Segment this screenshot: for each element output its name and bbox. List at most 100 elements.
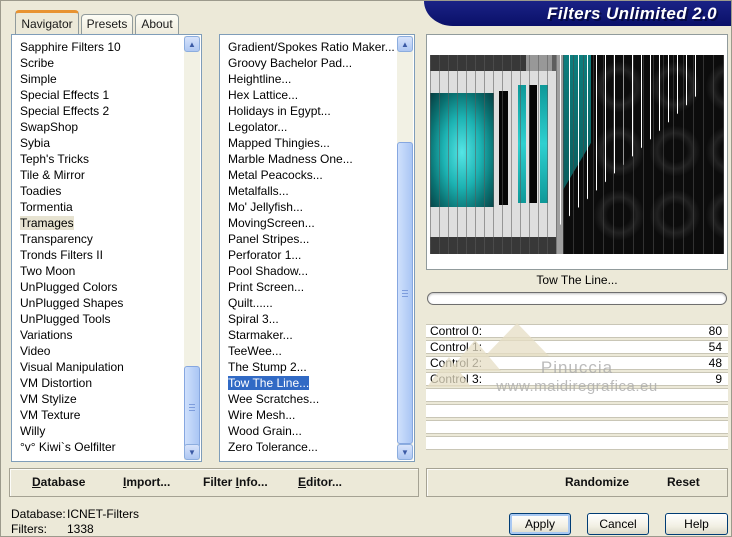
reset-button[interactable]: Reset bbox=[667, 469, 700, 496]
category-item[interactable]: Video bbox=[12, 343, 184, 359]
filter-item[interactable]: Marble Madness One... bbox=[220, 151, 397, 167]
category-item[interactable]: SwapShop bbox=[12, 119, 184, 135]
filter-item[interactable]: Holidays in Egypt... bbox=[220, 103, 397, 119]
label-part: mport... bbox=[126, 475, 171, 489]
filter-item[interactable]: Wire Mesh... bbox=[220, 407, 397, 423]
control-row-empty bbox=[426, 388, 728, 402]
scrollbar-thumb[interactable] bbox=[184, 366, 200, 448]
category-item[interactable]: Willy bbox=[12, 423, 184, 439]
filter-listbox: Gradient/Spokes Ratio Maker... Groovy Bac… bbox=[219, 34, 415, 462]
preview-image bbox=[430, 55, 724, 254]
category-listbox: Sapphire Filters 10 Scribe Simple Special E… bbox=[11, 34, 202, 462]
category-item[interactable]: UnPlugged Shapes bbox=[12, 295, 184, 311]
category-item[interactable]: °v° Kiwi`s Oelfilter bbox=[12, 439, 184, 455]
filter-item[interactable]: Panel Stripes... bbox=[220, 231, 397, 247]
tab-presets[interactable]: Presets bbox=[81, 14, 133, 34]
category-item[interactable]: Tile & Mirror bbox=[12, 167, 184, 183]
filter-scrollbar[interactable]: ▲ ▼ bbox=[397, 36, 413, 460]
filter-item[interactable]: Tow The Line... bbox=[220, 375, 397, 391]
filter-item[interactable]: Pool Shadow... bbox=[220, 263, 397, 279]
label-part: atabase bbox=[40, 475, 86, 489]
filter-item[interactable]: Starmaker... bbox=[220, 327, 397, 343]
filter-item[interactable]: The Stump 2... bbox=[220, 359, 397, 375]
import-button[interactable]: Import... bbox=[123, 469, 170, 496]
tab-about[interactable]: About bbox=[135, 14, 179, 34]
category-item[interactable]: Sapphire Filters 10 bbox=[12, 39, 184, 55]
preview-layer bbox=[430, 55, 563, 254]
scroll-down-icon[interactable]: ▼ bbox=[397, 444, 413, 460]
category-item[interactable]: Special Effects 1 bbox=[12, 87, 184, 103]
filter-item[interactable]: Metalfalls... bbox=[220, 183, 397, 199]
category-item[interactable]: Special Effects 2 bbox=[12, 103, 184, 119]
category-item[interactable]: Scribe bbox=[12, 55, 184, 71]
cancel-button[interactable]: Cancel bbox=[587, 513, 649, 535]
filter-item[interactable]: Zero Tolerance... bbox=[220, 439, 397, 455]
filter-item[interactable]: Hex Lattice... bbox=[220, 87, 397, 103]
label-part: D bbox=[32, 475, 41, 489]
category-item[interactable]: UnPlugged Tools bbox=[12, 311, 184, 327]
apply-button[interactable]: Apply bbox=[509, 513, 571, 535]
category-item[interactable]: Teph's Tricks bbox=[12, 151, 184, 167]
filters-unlimited-dialog: Filters Unlimited 2.0 Navigator Presets … bbox=[0, 0, 732, 537]
tab-navigator[interactable]: Navigator bbox=[15, 10, 79, 34]
control-row[interactable]: Control 2: 48 bbox=[426, 356, 728, 370]
control-row[interactable]: Control 1: 54 bbox=[426, 340, 728, 354]
filter-item[interactable]: Wood Grain... bbox=[220, 423, 397, 439]
category-item[interactable]: Tormentia bbox=[12, 199, 184, 215]
filter-item[interactable]: Wee Scratches... bbox=[220, 391, 397, 407]
filter-item[interactable]: MovingScreen... bbox=[220, 215, 397, 231]
preview-progress-bar bbox=[427, 292, 727, 305]
control-row[interactable]: Control 3: 9 bbox=[426, 372, 728, 386]
randomize-button[interactable]: Randomize bbox=[565, 469, 629, 496]
scroll-up-icon[interactable]: ▲ bbox=[184, 36, 200, 52]
filter-item[interactable]: Gradient/Spokes Ratio Maker... bbox=[220, 39, 397, 55]
category-list: Sapphire Filters 10 Scribe Simple Special E… bbox=[12, 36, 184, 460]
scroll-up-icon[interactable]: ▲ bbox=[397, 36, 413, 52]
filter-item[interactable]: Mo' Jellyfish... bbox=[220, 199, 397, 215]
category-item[interactable]: VM Distortion bbox=[12, 375, 184, 391]
category-item[interactable]: Tramages bbox=[12, 215, 184, 231]
editor-button[interactable]: Editor... bbox=[298, 469, 342, 496]
category-item[interactable]: Tronds Filters II bbox=[12, 247, 184, 263]
scrollbar-thumb[interactable] bbox=[397, 142, 413, 444]
control-label: Control 0: bbox=[430, 324, 483, 338]
filter-item[interactable]: TeeWee... bbox=[220, 343, 397, 359]
filters-count-label: Filters: bbox=[11, 522, 47, 536]
label-part: ditor... bbox=[306, 475, 343, 489]
category-item[interactable]: UnPlugged Colors bbox=[12, 279, 184, 295]
category-scrollbar[interactable]: ▲ ▼ bbox=[184, 36, 200, 460]
filter-item[interactable]: Legolator... bbox=[220, 119, 397, 135]
category-item[interactable]: Two Moon bbox=[12, 263, 184, 279]
category-item[interactable]: Sybia bbox=[12, 135, 184, 151]
filter-item[interactable]: Heightline... bbox=[220, 71, 397, 87]
filter-item[interactable]: Spiral 3... bbox=[220, 311, 397, 327]
label-part: Filter bbox=[203, 475, 236, 489]
filter-item[interactable]: Print Screen... bbox=[220, 279, 397, 295]
filter-item[interactable]: Quilt...... bbox=[220, 295, 397, 311]
help-button[interactable]: Help bbox=[665, 513, 728, 535]
filter-item[interactable]: Groovy Bachelor Pad... bbox=[220, 55, 397, 71]
preview-layer bbox=[563, 55, 724, 254]
control-row-empty bbox=[426, 436, 728, 450]
category-item[interactable]: Transparency bbox=[12, 231, 184, 247]
category-item[interactable]: Simple bbox=[12, 71, 184, 87]
control-value: 80 bbox=[708, 324, 722, 338]
category-item[interactable]: Variations bbox=[12, 327, 184, 343]
filter-info-button[interactable]: Filter Info... bbox=[203, 469, 268, 496]
label-part: nfo... bbox=[239, 475, 268, 489]
database-status-label: Database: bbox=[11, 507, 66, 521]
control-row[interactable]: Control 0: 80 bbox=[426, 324, 728, 338]
database-button[interactable]: Database bbox=[32, 469, 85, 496]
category-item[interactable]: VM Stylize bbox=[12, 391, 184, 407]
title-banner: Filters Unlimited 2.0 bbox=[424, 1, 731, 26]
scroll-down-icon[interactable]: ▼ bbox=[184, 444, 200, 460]
control-value: 54 bbox=[708, 340, 722, 354]
category-item[interactable]: Visual Manipulation bbox=[12, 359, 184, 375]
control-row-empty bbox=[426, 420, 728, 434]
filter-item[interactable]: Metal Peacocks... bbox=[220, 167, 397, 183]
filter-item[interactable]: Mapped Thingies... bbox=[220, 135, 397, 151]
category-item[interactable]: Toadies bbox=[12, 183, 184, 199]
category-item[interactable]: VM Texture bbox=[12, 407, 184, 423]
filter-item[interactable]: Perforator 1... bbox=[220, 247, 397, 263]
control-label: Control 2: bbox=[430, 356, 483, 370]
